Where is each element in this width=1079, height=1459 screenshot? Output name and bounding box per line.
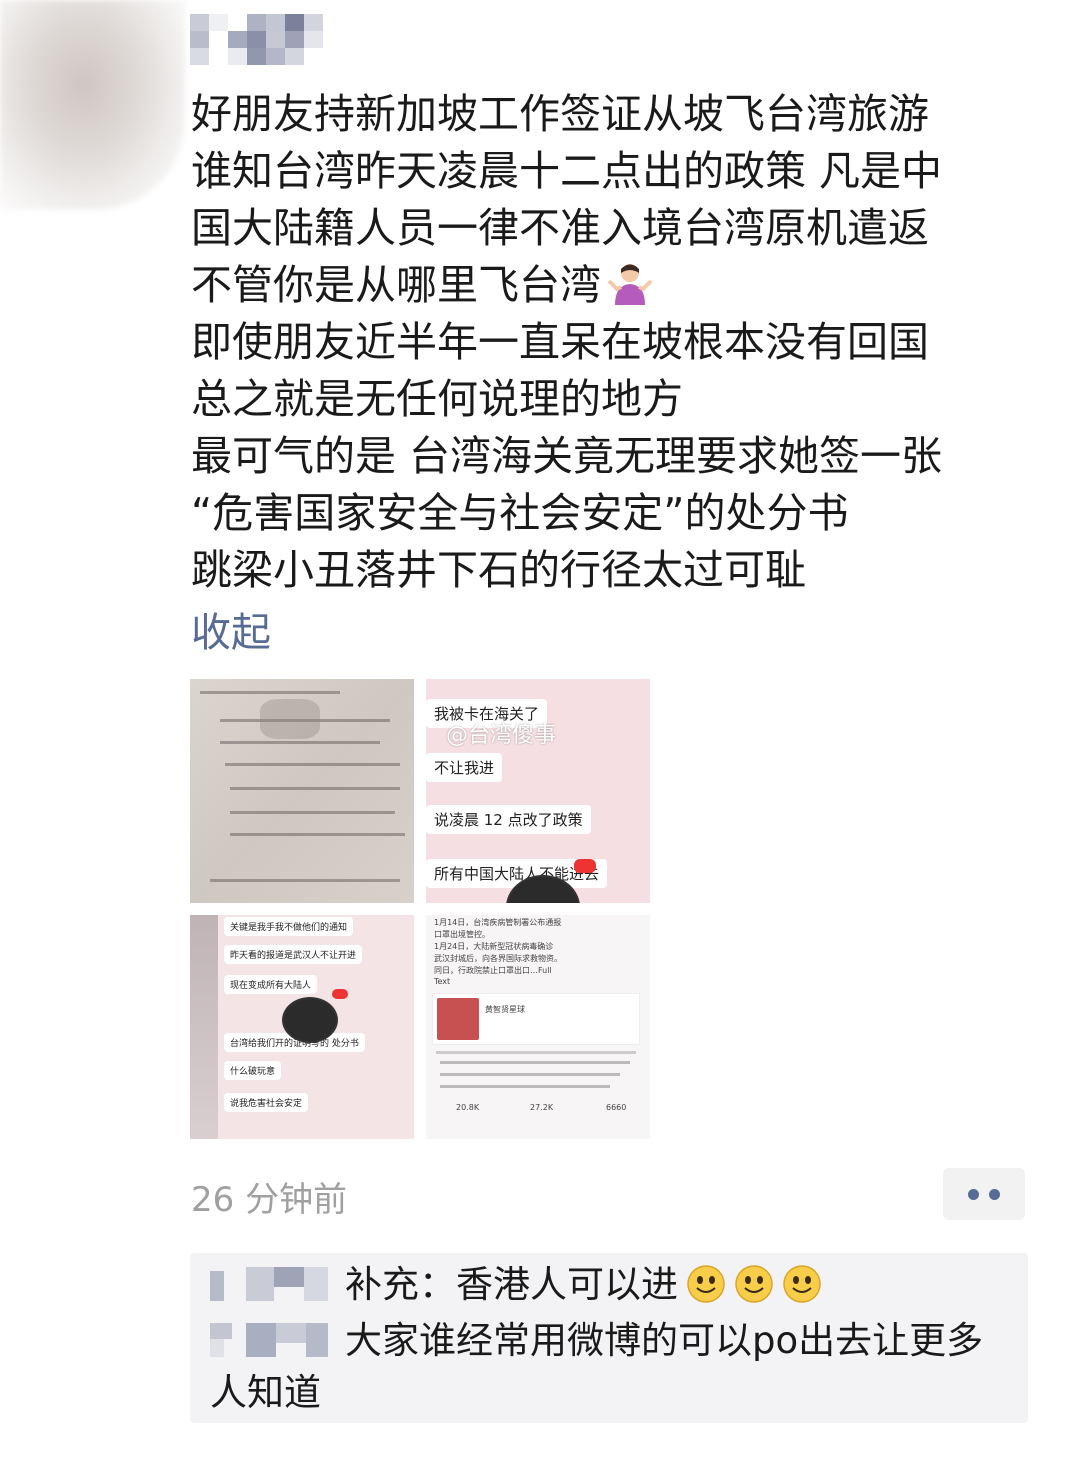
post-line: 即使朋友近半年一直呆在坡根本没有回国 [191, 318, 929, 366]
dot-icon [968, 1188, 979, 1200]
comment-line [440, 1073, 620, 1076]
comment-line [440, 1085, 610, 1088]
card-title: 黄智贤星球 [485, 1005, 525, 1014]
dot-icon [989, 1188, 1000, 1200]
poster-name-pixelated[interactable] [190, 14, 323, 65]
post-snippet-line: 口罩出境管控。 [434, 930, 490, 939]
chat-message: 什么破玩意 [224, 1061, 282, 1080]
post-snippet-line: 1月14日，台湾疾病管制署公布通报 [434, 918, 562, 927]
cartoon-face [282, 997, 338, 1043]
commenter-name-pixelated[interactable] [210, 1319, 345, 1359]
post-line: 谁知台湾昨天凌晨十二点出的政策 凡是中 [191, 147, 943, 195]
post-line: 跳梁小丑落井下石的行径太过可耻 [191, 546, 806, 594]
blur-spot [260, 699, 320, 739]
post-snippet-line: 1月24日，大陆新型冠状病毒确诊 [434, 942, 554, 951]
smile-emoji-icon [687, 1265, 725, 1303]
shrug-emoji-icon [607, 264, 653, 305]
post-line: “危害国家安全与社会安定”的处分书 [191, 489, 849, 537]
chat-message: 不让我进 [426, 753, 503, 782]
comments-section: 补充：香港人可以进 大家谁经常用微博的可以po出去让更多人知道 [190, 1253, 1028, 1423]
post-snippet-line: 同日，行政院禁止口罩出口…Full [434, 966, 552, 975]
weibo-watermark: @台湾傻事 [446, 723, 557, 748]
chat-message: 现在变成所有大陆人 [224, 975, 318, 994]
chat-message: 昨天看的报道是武汉人不让开进 [224, 945, 363, 964]
comment-item[interactable]: 大家谁经常用微博的可以po出去让更多人知道 [210, 1315, 1010, 1419]
comment-text: 补充：香港人可以进 [345, 1263, 678, 1306]
divider [436, 1051, 636, 1054]
post-line-with-emoji: 不管你是从哪里飞台湾 [191, 257, 1031, 314]
bow-decoration [574, 859, 596, 873]
stat-likes: 6660 [606, 1103, 627, 1112]
image-grid: 我被卡在海关了 不让我进 说凌晨 12 点改了政策 所有中国大陆人不能进去 @台… [190, 679, 650, 1139]
bow-decoration [332, 989, 348, 999]
chat-message: 说我危害社会安定 [224, 1093, 309, 1112]
poster-avatar[interactable] [0, 0, 185, 210]
post-line: 不管你是从哪里飞台湾 [191, 261, 601, 309]
image-thumbnail-post[interactable]: 1月14日，台湾疾病管制署公布通报 口罩出境管控。 1月24日，大陆新型冠状病毒… [426, 915, 650, 1139]
comment-item[interactable]: 补充：香港人可以进 [210, 1259, 1010, 1311]
post-line: 最可气的是 台湾海关竟无理要求她签一张 [191, 432, 943, 480]
post-snippet-line: 武汉封城后，向各界国际求救物资。 [434, 954, 562, 963]
post-text: 好朋友持新加坡工作签证从坡飞台湾旅游 谁知台湾昨天凌晨十二点出的政策 凡是中 国… [191, 86, 1031, 599]
shared-card: 黄智贤星球 [432, 993, 640, 1045]
chat-message: 说凌晨 12 点改了政策 [426, 805, 591, 834]
comment-line [440, 1061, 630, 1064]
commenter-name-pixelated[interactable] [210, 1263, 345, 1303]
image-thumbnail-chat[interactable]: 我被卡在海关了 不让我进 说凌晨 12 点改了政策 所有中国大陆人不能进去 @台… [426, 679, 650, 903]
stat-comments: 27.2K [530, 1103, 554, 1112]
chat-message: 关键是我手我不做他们的通知 [224, 917, 354, 936]
post-snippet-line: Text [434, 977, 451, 986]
post-line: 总之就是无任何说理的地方 [191, 375, 683, 423]
post-line: 好朋友持新加坡工作签证从坡飞台湾旅游 [191, 90, 929, 138]
card-thumbnail [437, 998, 479, 1040]
stat-reposts: 20.8K [456, 1103, 480, 1112]
post-line: 国大陆籍人员一律不准入境台湾原机遣返 [191, 204, 929, 252]
smile-emoji-icon [783, 1265, 821, 1303]
smile-emoji-icon [735, 1265, 773, 1303]
image-thumbnail-chat[interactable]: 关键是我手我不做他们的通知 昨天看的报道是武汉人不让开进 现在变成所有大陆人 台… [190, 915, 414, 1139]
more-actions-button[interactable] [943, 1168, 1025, 1220]
image-thumbnail-document[interactable] [190, 679, 414, 903]
avatar-column [190, 915, 218, 1139]
post-timestamp: 26 分钟前 [191, 1180, 348, 1220]
collapse-link[interactable]: 收起 [191, 600, 271, 658]
